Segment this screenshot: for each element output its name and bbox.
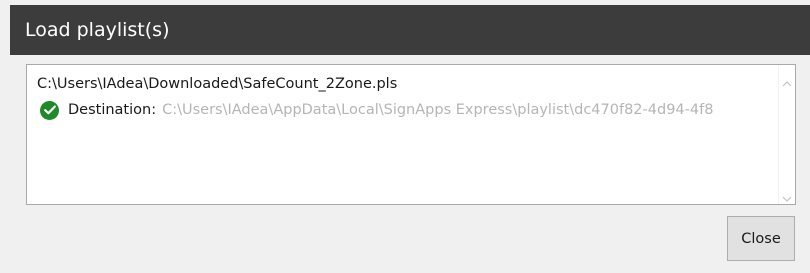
destination-row: Destination: C:\Users\IAdea\AppData\Loca… <box>40 100 713 120</box>
scroll-up-arrow-icon[interactable] <box>782 73 792 87</box>
check-circle-icon <box>40 100 59 120</box>
destination-label: Destination: <box>68 102 157 118</box>
destination-path: C:\Users\IAdea\AppData\Local\SignApps Ex… <box>162 102 714 118</box>
vertical-scrollbar[interactable] <box>778 65 795 204</box>
dialog-body: C:\Users\IAdea\Downloaded\SafeCount_2Zon… <box>10 55 810 273</box>
playlist-list[interactable]: C:\Users\IAdea\Downloaded\SafeCount_2Zon… <box>26 64 796 205</box>
scroll-down-arrow-icon[interactable] <box>782 188 792 202</box>
title-bar: Load playlist(s) <box>10 5 810 55</box>
load-playlist-dialog: Load playlist(s) C:\Users\IAdea\Download… <box>0 0 810 273</box>
playlist-file-path: C:\Users\IAdea\Downloaded\SafeCount_2Zon… <box>37 76 398 92</box>
close-button[interactable]: Close <box>727 216 795 261</box>
window-title: Load playlist(s) <box>25 19 170 41</box>
